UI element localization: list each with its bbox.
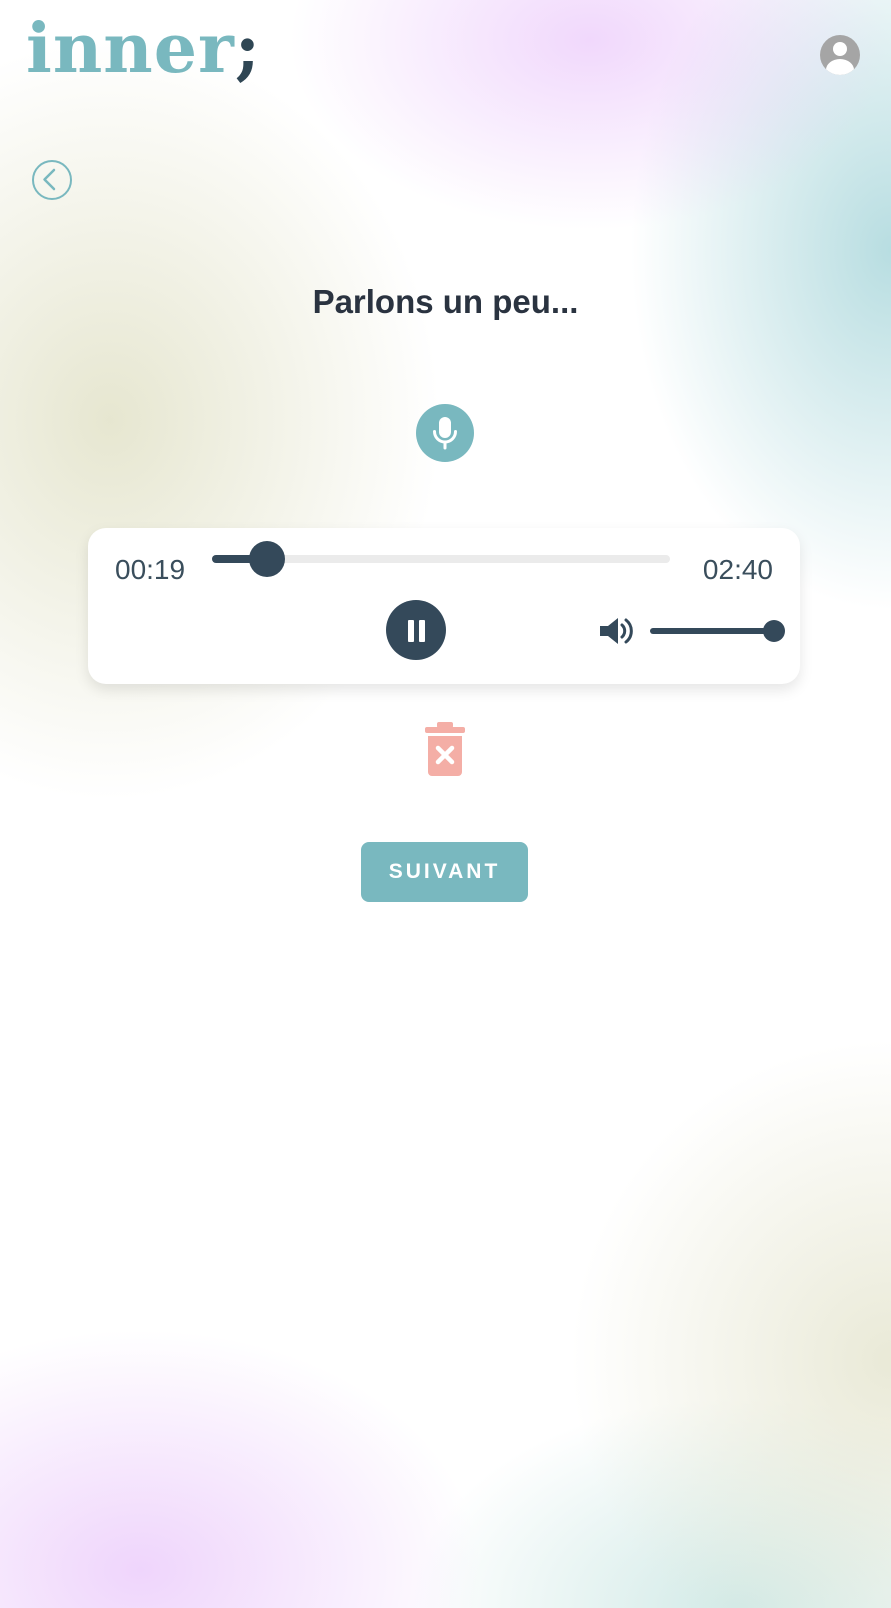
pause-button[interactable] [386,600,446,660]
next-button[interactable]: SUIVANT [361,842,528,902]
volume-level [650,628,774,634]
trash-x-icon [425,722,465,776]
avatar-head [833,42,847,56]
pause-icon-bar-right [419,620,425,642]
logo-semicolon: ; [234,9,261,89]
chevron-left-icon [43,168,56,191]
pause-icon-bar-left [408,620,414,642]
microphone-icon [433,417,457,450]
app-logo: inner; [26,4,261,94]
delete-recording-button[interactable] [422,720,468,778]
current-time: 00:19 [115,554,186,585]
audio-player: 00:19 02:40 [88,528,800,684]
speaker-volume-icon[interactable] [598,614,638,648]
seek-bar[interactable] [212,541,670,577]
background-gradient [0,0,891,1608]
user-circle-icon[interactable] [820,35,860,75]
volume-handle[interactable] [763,620,785,642]
record-button[interactable] [416,404,474,462]
back-button[interactable] [32,160,72,200]
seek-handle[interactable] [248,541,285,577]
logo-text: inner [26,9,235,89]
page-title: Parlons un peu... [312,283,579,320]
total-time: 02:40 [702,554,773,585]
avatar-shoulders [826,59,854,75]
volume-slider[interactable] [650,620,785,642]
